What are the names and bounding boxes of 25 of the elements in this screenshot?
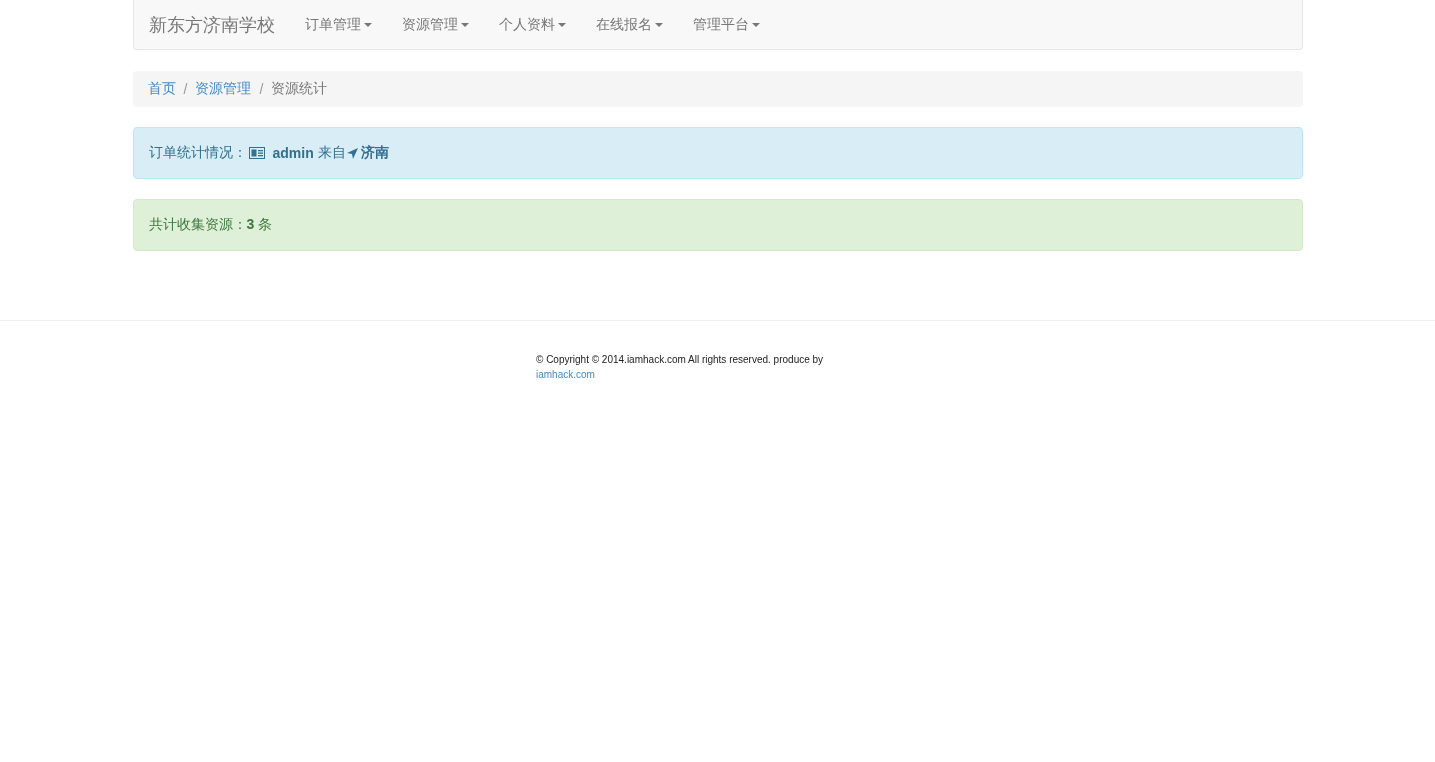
breadcrumb-separator: / xyxy=(182,81,189,97)
nav-menu-item[interactable]: 管理平台 xyxy=(677,0,775,49)
id-card-icon xyxy=(248,147,265,159)
nav-menu-item[interactable]: 个人资料 xyxy=(483,0,581,49)
caret-icon xyxy=(557,22,566,27)
footer-link[interactable]: iamhack.com xyxy=(536,369,595,380)
brand-link[interactable]: 新东方济南学校 xyxy=(148,12,275,37)
breadcrumb-separator: / xyxy=(258,81,265,97)
breadcrumb-link[interactable]: 资源管理 xyxy=(195,80,252,98)
city-name: 济南 xyxy=(360,144,389,162)
caret-icon xyxy=(363,22,372,27)
alert-label: 订单统计情况： xyxy=(148,144,247,162)
resource-count-text: 共计收集资源：3 条 xyxy=(148,216,273,234)
caret-icon xyxy=(460,22,469,27)
breadcrumb-current: 资源统计 xyxy=(271,80,328,98)
location-arrow-icon xyxy=(346,147,358,159)
from-text: 来自 xyxy=(317,144,346,162)
breadcrumb-link[interactable]: 首页 xyxy=(147,80,176,98)
caret-icon xyxy=(654,22,663,27)
nav-menu-item[interactable]: 资源管理 xyxy=(386,0,484,49)
copyright-text: © Copyright © 2014.iamhack.com All rights reserved. produce by xyxy=(536,354,824,365)
nav-menu-item[interactable]: 订单管理 xyxy=(289,0,387,49)
caret-icon xyxy=(751,22,760,27)
user-name: admin xyxy=(272,145,314,161)
nav-menu-item[interactable]: 在线报名 xyxy=(580,0,678,49)
